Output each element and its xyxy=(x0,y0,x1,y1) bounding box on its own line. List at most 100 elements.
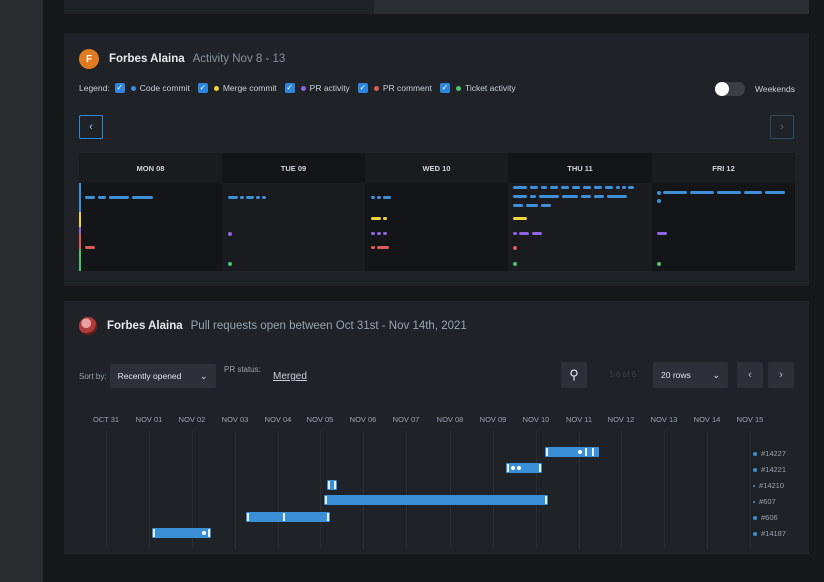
activity-mark[interactable] xyxy=(383,196,391,199)
activity-mark[interactable] xyxy=(530,186,538,189)
rows-per-page-select[interactable]: 20 rows ⌄ xyxy=(653,362,728,388)
activity-mark[interactable] xyxy=(605,186,613,189)
activity-mark[interactable] xyxy=(383,217,387,220)
prev-week-button[interactable]: ‹ xyxy=(79,115,103,139)
activity-header: F Forbes Alaina Activity Nov 8 - 13 xyxy=(79,49,285,69)
activity-mark[interactable] xyxy=(541,186,547,189)
pr-bar[interactable] xyxy=(506,463,542,473)
grid-line xyxy=(320,431,321,549)
activity-mark[interactable] xyxy=(85,246,95,249)
activity-mark[interactable] xyxy=(228,232,232,236)
date-label: NOV 11 xyxy=(565,415,593,424)
activity-mark[interactable] xyxy=(513,262,517,266)
activity-mark[interactable] xyxy=(132,196,153,199)
search-button[interactable]: ⚲ xyxy=(561,362,587,388)
activity-mark[interactable] xyxy=(85,196,95,199)
activity-mark[interactable] xyxy=(657,199,661,203)
activity-mark[interactable] xyxy=(371,246,375,249)
activity-mark[interactable] xyxy=(607,195,627,198)
activity-mark[interactable] xyxy=(657,191,661,195)
activity-mark[interactable] xyxy=(594,195,604,198)
activity-mark[interactable] xyxy=(377,196,381,199)
activity-mark[interactable] xyxy=(526,204,538,207)
pr-bar[interactable] xyxy=(324,495,548,505)
pr-id[interactable]: #14227 xyxy=(753,449,786,458)
pr-comment-dot-icon xyxy=(373,85,379,91)
legend-checkbox-merge-commit[interactable]: ✓ xyxy=(197,83,208,93)
activity-mark[interactable] xyxy=(246,196,254,199)
pr-bar[interactable] xyxy=(545,447,599,457)
activity-mark[interactable] xyxy=(765,191,785,194)
weekends-toggle[interactable] xyxy=(714,82,745,96)
activity-mark[interactable] xyxy=(541,204,551,207)
activity-mark[interactable] xyxy=(519,232,529,235)
pr-id[interactable]: #14221 xyxy=(753,465,786,474)
activity-mark[interactable] xyxy=(371,232,375,235)
activity-mark[interactable] xyxy=(583,186,591,189)
activity-mark[interactable] xyxy=(616,186,620,189)
legend-checkbox-ticket-activity[interactable]: ✓ xyxy=(439,83,450,93)
day-header-tue: TUE 09 xyxy=(222,153,365,183)
activity-mark[interactable] xyxy=(532,232,542,235)
legend-checkbox-code-commit[interactable]: ✓ xyxy=(114,83,125,93)
activity-mark[interactable] xyxy=(262,196,266,199)
next-week-button[interactable]: › xyxy=(770,115,794,139)
day-column-fri xyxy=(652,183,795,271)
pr-header: Forbes Alaina Pull requests open between… xyxy=(79,317,467,335)
activity-mark[interactable] xyxy=(513,195,527,198)
activity-mark[interactable] xyxy=(628,186,634,189)
activity-mark[interactable] xyxy=(539,195,559,198)
activity-mark[interactable] xyxy=(594,186,602,189)
activity-mark[interactable] xyxy=(562,195,578,198)
pr-bar[interactable] xyxy=(246,512,330,522)
activity-mark[interactable] xyxy=(572,186,580,189)
sort-select[interactable]: Recently opened ⌄ xyxy=(109,364,216,388)
pr-id[interactable]: #14210 xyxy=(753,481,784,490)
pr-bar[interactable] xyxy=(327,480,337,490)
activity-mark[interactable] xyxy=(377,232,381,235)
activity-mark[interactable] xyxy=(513,186,527,189)
activity-mark[interactable] xyxy=(513,246,517,250)
activity-subtitle: Activity Nov 8 - 13 xyxy=(192,53,286,65)
activity-mark[interactable] xyxy=(109,196,129,199)
activity-mark[interactable] xyxy=(657,262,661,266)
pr-id[interactable]: #606 xyxy=(753,513,778,522)
pr-id[interactable]: #14187 xyxy=(753,529,786,538)
activity-mark[interactable] xyxy=(256,196,260,199)
activity-mark[interactable] xyxy=(622,186,626,189)
previous-panel-bottom xyxy=(64,0,809,14)
pr-status-value[interactable]: Merged xyxy=(273,371,307,382)
activity-mark[interactable] xyxy=(657,232,667,235)
date-label: NOV 07 xyxy=(392,415,420,424)
next-page-button[interactable]: › xyxy=(768,362,794,388)
grid-line xyxy=(278,431,279,549)
pr-bar[interactable] xyxy=(152,528,211,538)
activity-mark[interactable] xyxy=(228,262,232,266)
prev-page-button[interactable]: ‹ xyxy=(737,362,763,388)
activity-mark[interactable] xyxy=(663,191,687,194)
activity-mark[interactable] xyxy=(371,196,375,199)
pr-subtitle: Pull requests open between Oct 31st - No… xyxy=(190,320,467,332)
activity-mark[interactable] xyxy=(530,195,536,198)
legend-checkbox-pr-activity[interactable]: ✓ xyxy=(284,83,295,93)
legend-checkbox-pr-comment[interactable]: ✓ xyxy=(357,83,368,93)
activity-mark[interactable] xyxy=(690,191,714,194)
pr-id[interactable]: #607 xyxy=(753,497,776,506)
activity-mark[interactable] xyxy=(717,191,741,194)
activity-mark[interactable] xyxy=(240,196,244,199)
activity-mark[interactable] xyxy=(744,191,762,194)
activity-mark[interactable] xyxy=(98,196,106,199)
activity-mark[interactable] xyxy=(550,186,558,189)
activity-mark[interactable] xyxy=(561,186,569,189)
activity-mark[interactable] xyxy=(581,195,591,198)
activity-mark[interactable] xyxy=(377,246,389,249)
activity-mark[interactable] xyxy=(383,232,387,235)
activity-mark[interactable] xyxy=(371,217,381,220)
pr-dot-icon xyxy=(753,515,757,520)
activity-mark[interactable] xyxy=(513,217,527,220)
pr-dot-icon xyxy=(753,531,757,536)
activity-panel: F Forbes Alaina Activity Nov 8 - 13 Lege… xyxy=(64,33,809,286)
activity-mark[interactable] xyxy=(228,196,238,199)
activity-mark[interactable] xyxy=(513,204,523,207)
activity-mark[interactable] xyxy=(513,232,517,235)
